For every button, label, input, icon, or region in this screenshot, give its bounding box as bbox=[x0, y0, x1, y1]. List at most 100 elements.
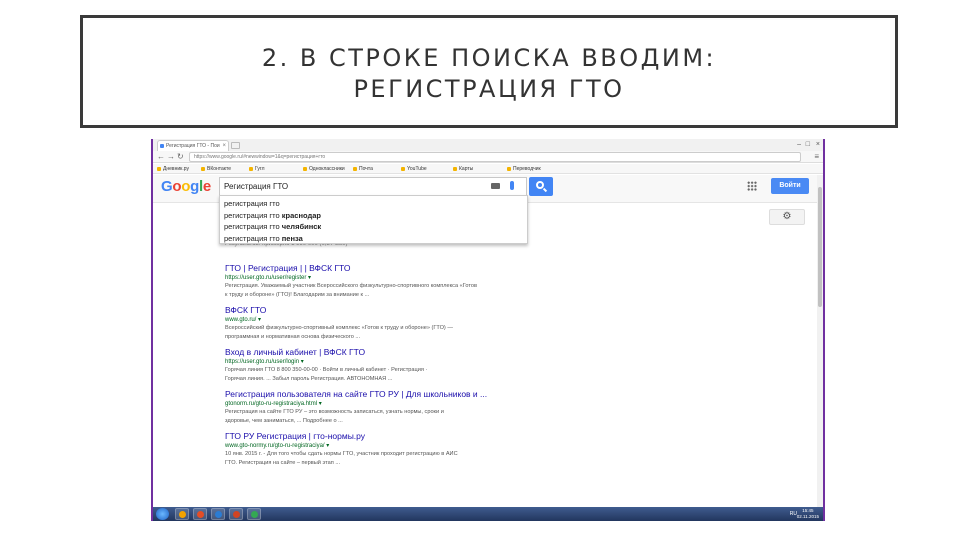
microphone-icon[interactable] bbox=[510, 181, 514, 190]
bookmark-item[interactable]: Переводчик bbox=[507, 165, 541, 173]
suggestion-extra: краснодар bbox=[281, 210, 321, 220]
result-url[interactable]: https://user.gto.ru/user/login ▾ bbox=[225, 358, 545, 366]
bookmark-icon bbox=[507, 167, 511, 171]
suggestion-base: регистрация гто bbox=[224, 210, 282, 220]
keyboard-icon[interactable] bbox=[491, 183, 500, 189]
bookmark-icon bbox=[353, 167, 357, 171]
clock-date: 02.11.2015 bbox=[796, 514, 819, 519]
suggestion-extra: челябинск bbox=[281, 222, 322, 231]
result-snippet: Регистрация. Уважаемый участник Всеросси… bbox=[225, 283, 477, 289]
window-maximize-icon[interactable]: □ bbox=[806, 139, 810, 150]
google-favicon-icon bbox=[160, 144, 164, 148]
google-logo[interactable]: Google bbox=[161, 178, 211, 195]
window-minimize-icon[interactable]: – bbox=[797, 139, 801, 150]
result-snippet: ГТО. Регистрация на сайте – первый этап … bbox=[225, 459, 341, 466]
tab-title: Регистрация ГТО - Пои bbox=[166, 143, 220, 149]
suggestion-item[interactable]: регистрация гто bbox=[220, 198, 527, 210]
result-snippet: здоровье, чем заниматься, ... Подробнее … bbox=[225, 417, 343, 424]
browser-tab[interactable]: Регистрация ГТО - Пои × bbox=[157, 140, 229, 151]
result-snippet: Регистрация на сайте ГТО РУ – это возмож… bbox=[225, 409, 444, 415]
google-logo-letter: e bbox=[202, 178, 211, 195]
browser-menu-icon[interactable]: ≡ bbox=[814, 151, 819, 162]
suggestion-extra: пенза bbox=[281, 233, 303, 243]
taskbar-app-firefox[interactable] bbox=[193, 508, 207, 520]
bookmark-icon bbox=[157, 167, 161, 171]
bookmark-label: Переводчик bbox=[513, 166, 541, 172]
result-snippet: 10 янв. 2015 г. - Для того чтобы сдать н… bbox=[225, 451, 458, 457]
taskbar-clock[interactable]: 15:45 02.11.2015 bbox=[797, 508, 819, 520]
autocomplete-dropdown: регистрация гто регистрация гто краснода… bbox=[219, 195, 528, 244]
taskbar-app-explorer[interactable] bbox=[175, 508, 189, 520]
result-title-link[interactable]: ГТО | Регистрация | | ВФСК ГТО bbox=[225, 263, 545, 274]
suggestion-base: регистрация гто bbox=[224, 199, 280, 208]
bookmark-item[interactable]: Одноклассники bbox=[303, 165, 345, 173]
search-query: Регистрация ГТО bbox=[224, 182, 289, 191]
windows-taskbar: RU 15:45 02.11.2015 bbox=[153, 507, 823, 521]
taskbar-app-chrome[interactable] bbox=[247, 508, 261, 520]
settings-gear-button[interactable]: ⚙ bbox=[769, 209, 805, 225]
search-result: ГТО РУ Регистрация | гто-нормы.ру www.gt… bbox=[225, 431, 545, 467]
result-snippet: к труду и обороне» (ГТО)! Благодарим за … bbox=[225, 291, 370, 298]
forward-arrow-icon[interactable]: → bbox=[167, 152, 175, 162]
chrome-icon bbox=[251, 511, 258, 518]
bookmark-icon bbox=[249, 167, 253, 171]
bookmark-item[interactable]: ВКонтакте bbox=[201, 165, 231, 173]
word-icon bbox=[215, 511, 222, 518]
address-bar[interactable]: https://www.google.ru/#newwindow=1&q=рег… bbox=[189, 152, 801, 162]
result-url[interactable]: www.gto.ru/ ▾ bbox=[225, 316, 545, 324]
scrollbar-thumb[interactable] bbox=[818, 187, 822, 307]
result-title-link[interactable]: Вход в личный кабинет | ВФСК ГТО bbox=[225, 347, 545, 358]
suggestion-item[interactable]: регистрация гто пенза bbox=[220, 233, 527, 245]
sign-in-button[interactable]: Войти bbox=[771, 178, 809, 194]
browser-tab-bar: Регистрация ГТО - Пои × – □ × bbox=[153, 139, 823, 151]
search-result: ГТО | Регистрация | | ВФСК ГТО https://u… bbox=[225, 263, 545, 299]
bookmark-icon bbox=[401, 167, 405, 171]
suggestion-base: регистрация гто bbox=[224, 233, 282, 243]
google-logo-letter: g bbox=[190, 178, 199, 195]
taskbar-app-powerpoint[interactable] bbox=[229, 508, 243, 520]
slide: 2. В СТРОКЕ ПОИСКА ВВОДИМ: РЕГИСТРАЦИЯ Г… bbox=[0, 0, 960, 540]
result-snippet: Всероссийский физкультурно-спортивный ко… bbox=[225, 325, 453, 331]
slide-title-line-1: 2. В СТРОКЕ ПОИСКА ВВОДИМ: bbox=[261, 44, 717, 72]
suggestion-item[interactable]: регистрация гто краснодар bbox=[220, 210, 527, 222]
suggestion-base: регистрация гто bbox=[224, 222, 282, 231]
bookmark-item[interactable]: Дневник.ру bbox=[157, 165, 189, 173]
search-input[interactable]: Регистрация ГТО bbox=[219, 177, 527, 196]
search-button[interactable] bbox=[529, 177, 553, 196]
result-url[interactable]: gtonorm.ru/gto-ru-registraciya.html ▾ bbox=[225, 400, 545, 408]
google-logo-letter: o bbox=[181, 178, 191, 195]
bookmark-icon bbox=[201, 167, 205, 171]
reload-icon[interactable]: ↻ bbox=[177, 152, 184, 162]
result-url[interactable]: www.gto-normy.ru/gto-ru-registraciya/ ▾ bbox=[225, 442, 545, 450]
bookmark-label: ВКонтакте bbox=[207, 166, 232, 172]
bookmark-label: Почта bbox=[359, 166, 373, 172]
new-tab-button[interactable] bbox=[231, 142, 240, 149]
browser-screenshot: Регистрация ГТО - Пои × – □ × ← → ↻ http… bbox=[151, 139, 825, 521]
address-bar-url: https://www.google.ru/#newwindow=1&q=рег… bbox=[194, 154, 326, 160]
result-snippet: программная и нормативная основа физичес… bbox=[225, 333, 361, 340]
bookmarks-bar: Дневник.ру ВКонтакте Гугл Одноклассники … bbox=[153, 164, 823, 174]
result-title-link[interactable]: ВФСК ГТО bbox=[225, 305, 545, 316]
start-button-icon[interactable] bbox=[156, 508, 169, 520]
suggestion-item[interactable]: регистрация гто челябинск bbox=[220, 221, 527, 233]
result-title-link[interactable]: ГТО РУ Регистрация | гто-нормы.ру bbox=[225, 431, 545, 442]
result-snippet: Горячая линия ГТО 8 800 350-00-00 · Войт… bbox=[225, 367, 428, 373]
google-logo-letter: o bbox=[172, 178, 182, 195]
result-title-link[interactable]: Регистрация пользователя на сайте ГТО РУ… bbox=[225, 389, 545, 400]
bookmark-item[interactable]: Почта bbox=[353, 165, 373, 173]
page-scrollbar[interactable] bbox=[817, 175, 823, 507]
window-close-icon[interactable]: × bbox=[816, 139, 820, 150]
bookmark-item[interactable]: Гугл bbox=[249, 165, 265, 173]
back-arrow-icon[interactable]: ← bbox=[157, 152, 165, 162]
bookmark-icon bbox=[453, 167, 457, 171]
bookmark-label: YouTube bbox=[407, 166, 427, 172]
search-result: Регистрация пользователя на сайте ГТО РУ… bbox=[225, 389, 545, 425]
taskbar-app-word[interactable] bbox=[211, 508, 225, 520]
result-url[interactable]: https://user.gto.ru/user/register ▾ bbox=[225, 274, 545, 282]
bookmark-item[interactable]: Карты bbox=[453, 165, 473, 173]
apps-grid-icon[interactable] bbox=[747, 181, 757, 191]
browser-toolbar: ← → ↻ https://www.google.ru/#newwindow=1… bbox=[153, 151, 823, 163]
tab-close-icon[interactable]: × bbox=[222, 141, 226, 151]
google-logo-letter: G bbox=[161, 178, 173, 195]
bookmark-item[interactable]: YouTube bbox=[401, 165, 427, 173]
